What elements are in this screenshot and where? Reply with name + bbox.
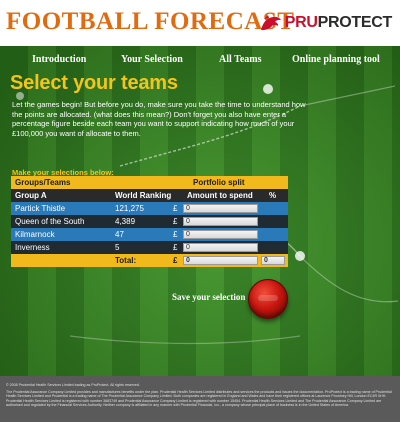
amount-input[interactable]: 0 <box>183 217 258 226</box>
team-name: Queen of the South <box>15 217 85 226</box>
nav-online-planning-tool[interactable]: Online planning tool <box>292 54 380 65</box>
table-subheader-row: Group A World Ranking Amount to spend % <box>11 189 288 202</box>
currency-symbol: £ <box>173 217 178 226</box>
pitch-background: Introduction Your Selection All Teams On… <box>0 46 400 376</box>
table-row: Partick Thistle 121,275 £ 0 <box>11 202 288 215</box>
table-row: Inverness 5 £ 0 <box>11 241 288 254</box>
group-name: Group A <box>15 191 47 200</box>
header-portfolio-split: Portfolio split <box>193 178 245 187</box>
selection-table: Groups/Teams Portfolio split Group A Wor… <box>11 176 288 267</box>
header: FOOTBALL FORECAST PRUPROTECT <box>0 0 400 46</box>
footer: © 2008 Prudential Health Services Limite… <box>0 376 400 422</box>
table-row: Kilmarnock 47 £ 0 <box>11 228 288 241</box>
team-rank: 4,389 <box>115 217 136 226</box>
total-percent: 0 <box>261 256 285 265</box>
team-rank: 47 <box>115 230 124 239</box>
logo-text: PRUPROTECT <box>284 14 393 32</box>
currency-symbol: £ <box>173 256 178 265</box>
footer-legal: The Prudential Assurance Company Limited… <box>6 389 392 408</box>
table-header-row: Groups/Teams Portfolio split <box>11 176 288 189</box>
footer-copyright: © 2008 Prudential Health Services Limite… <box>6 383 140 387</box>
team-rank: 121,275 <box>115 204 144 213</box>
total-row: Total: £ 0 0 <box>11 254 288 267</box>
lion-logo-icon <box>257 10 283 36</box>
team-name: Kilmarnock <box>15 230 55 239</box>
header-world-ranking: World Ranking <box>115 191 172 200</box>
total-label: Total: <box>115 256 137 265</box>
table-row: Queen of the South 4,389 £ 0 <box>11 215 288 228</box>
logo-text-protect: PROTECT <box>317 14 393 31</box>
intro-text: Let the games begin! But before you do, … <box>12 100 306 138</box>
currency-symbol: £ <box>173 204 178 213</box>
logo-text-pru: PRU <box>284 14 318 31</box>
currency-symbol: £ <box>173 243 178 252</box>
nav-your-selection[interactable]: Your Selection <box>121 54 183 65</box>
pruprotect-logo[interactable]: PRUPROTECT <box>257 10 392 36</box>
currency-symbol: £ <box>173 230 178 239</box>
amount-input[interactable]: 0 <box>183 230 258 239</box>
amount-input[interactable]: 0 <box>183 243 258 252</box>
page-title: FOOTBALL FORECAST <box>6 8 295 35</box>
team-name: Inverness <box>15 243 50 252</box>
team-name: Partick Thistle <box>15 204 66 213</box>
amount-input[interactable]: 0 <box>183 204 258 213</box>
save-label: Save your selection <box>172 292 246 302</box>
header-amount-to-spend: Amount to spend <box>187 191 253 200</box>
header-groups-teams: Groups/Teams <box>15 178 71 187</box>
nav-introduction[interactable]: Introduction <box>32 54 86 65</box>
nav-all-teams[interactable]: All Teams <box>219 54 262 65</box>
header-percent: % <box>269 191 277 200</box>
team-rank: 5 <box>115 243 120 252</box>
total-amount: 0 <box>183 256 258 265</box>
save-button[interactable] <box>248 279 288 319</box>
main-nav: Introduction Your Selection All Teams On… <box>0 54 400 68</box>
section-heading: Select your teams <box>10 72 178 94</box>
